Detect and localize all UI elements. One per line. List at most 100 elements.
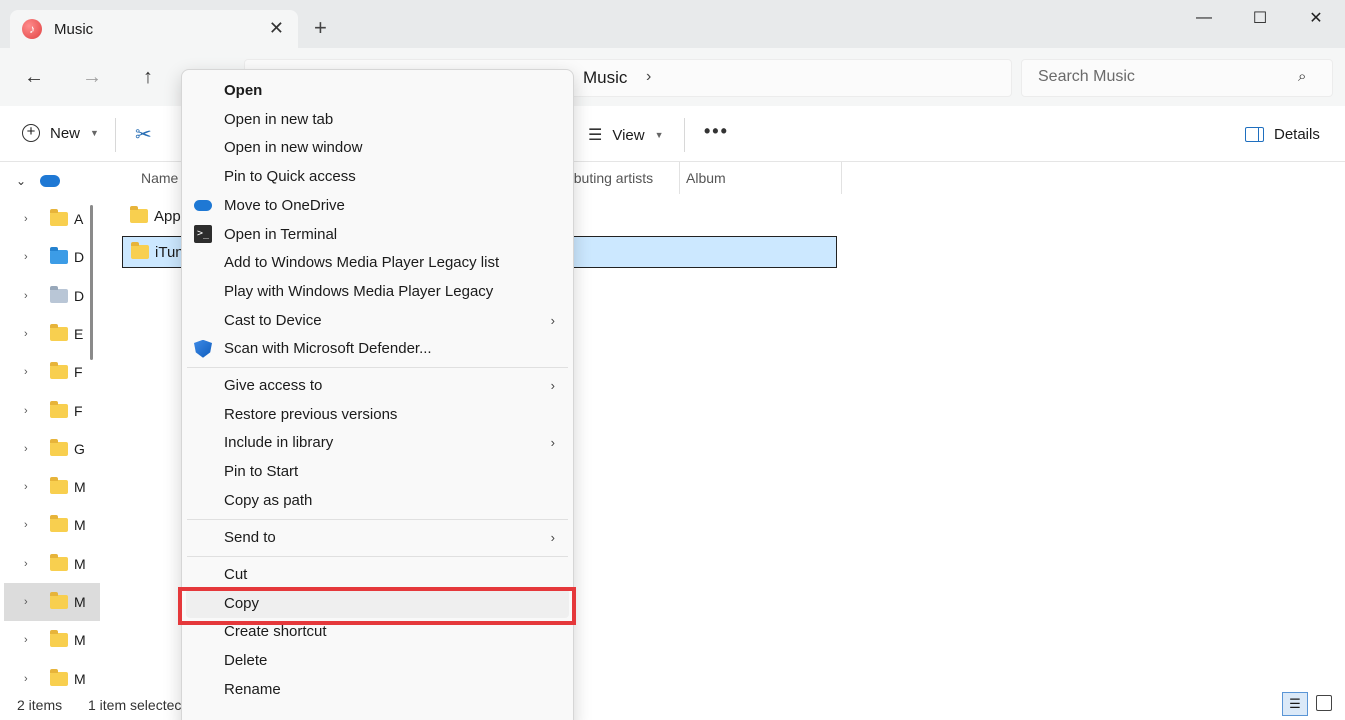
sidebar-item[interactable]: › F xyxy=(4,353,100,391)
breadcrumb-chevron-icon[interactable]: › xyxy=(646,68,651,86)
folder-icon xyxy=(50,438,68,456)
chevron-right-icon[interactable]: › xyxy=(24,596,46,608)
new-tab-button[interactable]: + xyxy=(314,15,327,41)
menu-item-cast-to-device[interactable]: Cast to Device › xyxy=(186,306,569,335)
column-divider[interactable] xyxy=(679,162,680,194)
menu-item-open-in-terminal[interactable]: >_ Open in Terminal xyxy=(186,220,569,249)
column-header-name[interactable]: Name xyxy=(141,170,178,186)
menu-item-label: Play with Windows Media Player Legacy xyxy=(224,282,494,300)
folder-icon xyxy=(50,553,68,571)
breadcrumb-music[interactable]: Music xyxy=(583,68,627,88)
menu-item-open-in-new-tab[interactable]: Open in new tab xyxy=(186,105,569,134)
minimize-button[interactable]: — xyxy=(1176,0,1232,36)
chevron-right-icon: › xyxy=(550,530,555,545)
search-placeholder: Search Music xyxy=(1038,68,1135,85)
chevron-right-icon[interactable]: › xyxy=(24,558,46,570)
menu-item-copy-as-path[interactable]: Copy as path xyxy=(186,486,569,515)
tab-music[interactable]: ♪ Music ✕ xyxy=(10,10,298,48)
view-lines-icon: ☰ xyxy=(588,127,603,144)
menu-item-include-in-library[interactable]: Include in library › xyxy=(186,428,569,457)
menu-item-rename[interactable]: Rename xyxy=(186,675,569,704)
close-window-button[interactable]: ✕ xyxy=(1288,0,1344,36)
folder-icon xyxy=(131,242,149,259)
folder-icon xyxy=(50,592,68,609)
sidebar-item[interactable]: › D xyxy=(4,277,100,315)
sidebar-item[interactable]: › A xyxy=(4,200,100,238)
file-name: Appl xyxy=(154,207,185,225)
chevron-right-icon[interactable]: › xyxy=(24,328,46,340)
menu-item-pin-to-quick-access[interactable]: Pin to Quick access xyxy=(186,162,569,191)
menu-item-label: Open in new window xyxy=(224,139,363,157)
onedrive-cloud-icon xyxy=(40,175,61,187)
tab-close-icon[interactable]: ✕ xyxy=(269,18,284,39)
details-button[interactable]: Details xyxy=(1245,126,1320,143)
sidebar-item[interactable]: › M xyxy=(4,545,100,583)
chevron-right-icon[interactable]: › xyxy=(24,673,46,685)
chevron-right-icon[interactable]: › xyxy=(24,366,46,378)
sidebar-scrollbar[interactable] xyxy=(90,205,93,360)
chevron-right-icon[interactable]: › xyxy=(24,443,46,455)
menu-item-label: Cut xyxy=(224,566,248,583)
menu-item-label: Restore previous versions xyxy=(224,405,398,423)
chevron-right-icon[interactable]: › xyxy=(24,634,46,646)
sidebar-item[interactable]: › M xyxy=(4,506,100,544)
menu-item-open-in-new-window[interactable]: Open in new window xyxy=(186,133,569,162)
menu-item-open[interactable]: Open xyxy=(186,76,569,105)
folder-icon xyxy=(50,400,68,418)
sidebar-item-label: M xyxy=(74,479,86,496)
chevron-right-icon[interactable]: › xyxy=(24,290,46,302)
sidebar-item[interactable]: › M xyxy=(4,583,100,621)
menu-item-label: Rename xyxy=(224,680,281,698)
menu-item-add-to-windows-media-player-legacy-list[interactable]: Add to Windows Media Player Legacy list xyxy=(186,248,569,277)
column-header-contributing-artists[interactable]: ributing artists xyxy=(566,170,653,186)
menu-item-scan-with-microsoft-defender[interactable]: Scan with Microsoft Defender... xyxy=(186,334,569,363)
chevron-right-icon[interactable]: › xyxy=(24,481,46,493)
folder-icon xyxy=(50,668,68,686)
up-arrow-icon[interactable]: ↑ xyxy=(133,62,163,92)
more-options-icon[interactable]: ••• xyxy=(704,121,729,142)
tiles-view-toggle-icon[interactable] xyxy=(1316,695,1332,711)
chevron-right-icon[interactable]: › xyxy=(24,519,46,531)
menu-item-cut[interactable]: Cut xyxy=(186,560,569,589)
forward-arrow-icon[interactable]: → xyxy=(77,62,107,92)
menu-item-send-to[interactable]: Send to › xyxy=(186,523,569,552)
sidebar-item-label: D xyxy=(74,287,85,304)
column-divider[interactable] xyxy=(841,162,842,194)
view-button[interactable]: ☰ View ▼ xyxy=(588,125,664,145)
sidebar-item[interactable]: › D xyxy=(4,238,100,276)
menu-item-label: Include in library xyxy=(224,434,334,452)
sidebar-item-label: D xyxy=(74,249,85,266)
sidebar-item[interactable]: › E xyxy=(4,315,100,353)
column-header-album[interactable]: Album xyxy=(686,170,726,186)
chevron-down-icon: ▼ xyxy=(90,128,99,138)
menu-item-pin-to-start[interactable]: Pin to Start xyxy=(186,457,569,486)
terminal-icon: >_ xyxy=(194,225,212,243)
sidebar-item[interactable]: › M xyxy=(4,468,100,506)
chevron-right-icon[interactable]: › xyxy=(24,213,46,225)
details-view-toggle-icon[interactable]: ☰ xyxy=(1282,692,1308,716)
sidebar-item[interactable]: › M xyxy=(4,621,100,659)
sidebar-item-label: F xyxy=(74,364,83,381)
chevron-right-icon[interactable]: › xyxy=(24,405,46,417)
maximize-button[interactable]: ☐ xyxy=(1232,0,1288,36)
back-arrow-icon[interactable]: ← xyxy=(19,62,49,92)
menu-item-move-to-onedrive[interactable]: Move to OneDrive xyxy=(186,191,569,220)
chevron-right-icon: › xyxy=(550,435,555,451)
menu-item-label: Pin to Start xyxy=(224,463,299,481)
toolbar-divider xyxy=(115,118,116,152)
menu-item-play-with-windows-media-player-legacy[interactable]: Play with Windows Media Player Legacy xyxy=(186,277,569,306)
onedrive-icon xyxy=(194,199,212,211)
file-name: iTun xyxy=(155,243,184,261)
music-app-icon: ♪ xyxy=(22,19,42,39)
folder-icon xyxy=(50,362,68,380)
menu-item-give-access-to[interactable]: Give access to › xyxy=(186,371,569,400)
menu-item-restore-previous-versions[interactable]: Restore previous versions xyxy=(186,400,569,429)
cut-icon[interactable]: ✂ xyxy=(135,122,152,147)
sidebar-item[interactable]: › G xyxy=(4,430,100,468)
menu-item-label: Create shortcut xyxy=(224,623,327,641)
chevron-right-icon[interactable]: › xyxy=(24,251,46,263)
sidebar-item[interactable]: › F xyxy=(4,392,100,430)
menu-item-delete[interactable]: Delete xyxy=(186,646,569,675)
sidebar-item-onedrive[interactable]: ⌄ xyxy=(4,162,100,200)
new-button[interactable]: + New ▼ xyxy=(22,124,99,142)
